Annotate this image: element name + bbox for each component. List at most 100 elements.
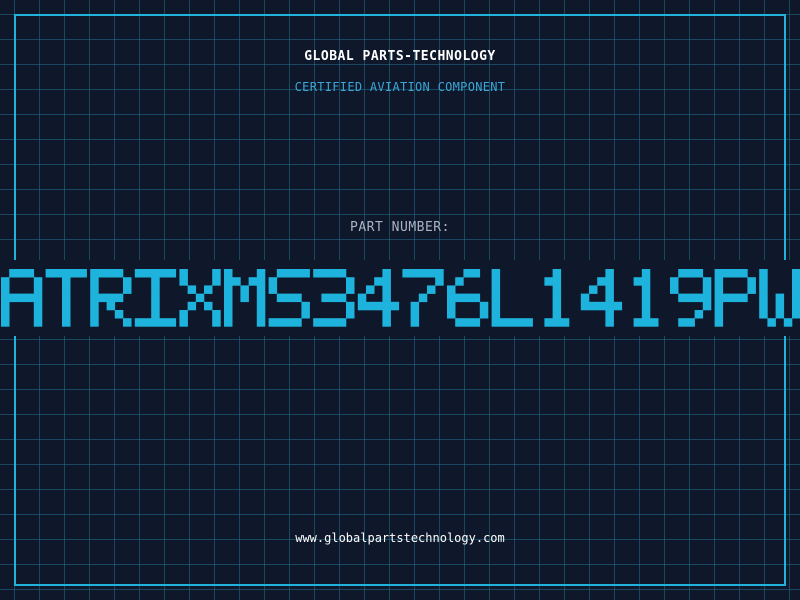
glyph-pixel bbox=[491, 310, 501, 319]
glyph-pixel bbox=[792, 269, 800, 278]
glyph-pixel bbox=[187, 285, 197, 294]
glyph-pixel bbox=[694, 293, 704, 303]
glyph-pixel bbox=[605, 318, 614, 327]
glyph-pixel bbox=[17, 293, 26, 303]
glyph-pixel bbox=[123, 318, 132, 327]
glyph-pixel bbox=[605, 269, 614, 278]
glyph-pixel bbox=[722, 293, 732, 303]
glyph-pixel bbox=[702, 301, 712, 311]
glyph-pixel bbox=[447, 310, 456, 319]
glyph-pixel bbox=[792, 310, 800, 319]
glyph-pixel bbox=[747, 277, 756, 286]
glyph-pixel bbox=[739, 293, 748, 303]
glyph-pixel bbox=[301, 269, 310, 278]
glyph-pixel bbox=[62, 277, 71, 286]
glyph-pixel bbox=[151, 285, 160, 294]
glyph-pixel bbox=[633, 277, 643, 286]
glyph-pixel bbox=[463, 318, 472, 327]
glyph-pixel bbox=[62, 293, 71, 303]
glyph-pixel bbox=[508, 318, 517, 327]
glyph-pixel bbox=[224, 277, 233, 286]
glyph-pixel bbox=[134, 269, 144, 278]
glyph-pixel bbox=[597, 301, 606, 311]
glyph-pixel bbox=[686, 318, 695, 327]
glyph-pixel bbox=[767, 318, 776, 327]
part-number-char bbox=[633, 269, 659, 327]
glyph-pixel bbox=[427, 269, 436, 278]
glyph-pixel bbox=[357, 293, 367, 303]
website-url: www.globalpartstechnology.com bbox=[295, 531, 505, 545]
glyph-pixel bbox=[613, 301, 623, 311]
glyph-pixel bbox=[293, 293, 302, 303]
glyph-pixel bbox=[544, 318, 553, 327]
glyph-pixel bbox=[204, 285, 213, 294]
glyph-pixel bbox=[212, 310, 221, 319]
glyph-pixel bbox=[256, 285, 266, 294]
glyph-pixel bbox=[641, 301, 651, 311]
glyph-pixel bbox=[722, 269, 732, 278]
part-number-char bbox=[670, 269, 712, 327]
glyph-pixel bbox=[410, 269, 420, 278]
company-name: GLOBAL PARTS-TECHNOLOGY bbox=[304, 49, 496, 64]
glyph-pixel bbox=[686, 269, 695, 278]
glyph-pixel bbox=[9, 269, 18, 278]
glyph-pixel bbox=[212, 318, 221, 327]
part-number-char bbox=[45, 269, 87, 327]
glyph-pixel bbox=[70, 269, 79, 278]
glyph-pixel bbox=[390, 301, 400, 311]
glyph-pixel bbox=[410, 310, 420, 319]
glyph-pixel bbox=[792, 301, 800, 311]
glyph-pixel bbox=[33, 318, 43, 327]
glyph-pixel bbox=[447, 301, 456, 311]
glyph-pixel bbox=[455, 277, 464, 286]
glyph-pixel bbox=[792, 277, 800, 286]
glyph-pixel bbox=[552, 277, 562, 286]
part-number-char bbox=[402, 269, 444, 327]
glyph-pixel bbox=[321, 318, 330, 327]
glyph-pixel bbox=[268, 318, 278, 327]
glyph-pixel bbox=[382, 301, 391, 311]
glyph-pixel bbox=[524, 318, 533, 327]
glyph-pixel bbox=[357, 301, 367, 311]
glyph-pixel bbox=[179, 310, 188, 319]
glyph-pixel bbox=[159, 269, 168, 278]
glyph-pixel bbox=[702, 293, 712, 303]
glyph-pixel bbox=[447, 285, 456, 294]
glyph-pixel bbox=[321, 293, 330, 303]
glyph-pixel bbox=[471, 269, 481, 278]
glyph-pixel bbox=[435, 269, 444, 278]
part-number-char bbox=[90, 269, 132, 327]
glyph-pixel bbox=[471, 318, 481, 327]
glyph-pixel bbox=[605, 293, 614, 303]
glyph-pixel bbox=[463, 293, 472, 303]
glyph-pixel bbox=[714, 269, 724, 278]
glyph-pixel bbox=[268, 285, 278, 294]
glyph-pixel bbox=[313, 269, 322, 278]
glyph-pixel bbox=[605, 277, 614, 286]
glyph-pixel bbox=[293, 318, 302, 327]
glyph-pixel bbox=[90, 310, 99, 319]
glyph-pixel bbox=[382, 293, 391, 303]
glyph-pixel bbox=[759, 293, 768, 303]
glyph-pixel bbox=[346, 277, 355, 286]
glyph-pixel bbox=[410, 301, 420, 311]
glyph-pixel bbox=[759, 285, 768, 294]
glyph-pixel bbox=[159, 318, 168, 327]
glyph-pixel bbox=[678, 269, 687, 278]
glyph-pixel bbox=[560, 318, 570, 327]
part-number-char bbox=[1, 269, 43, 327]
glyph-pixel bbox=[382, 277, 391, 286]
glyph-pixel bbox=[731, 293, 740, 303]
glyph-pixel bbox=[491, 269, 501, 278]
part-number-char bbox=[759, 269, 800, 327]
glyph-pixel bbox=[775, 301, 785, 311]
glyph-pixel bbox=[224, 301, 233, 311]
glyph-pixel bbox=[256, 293, 266, 303]
glyph-pixel bbox=[641, 293, 651, 303]
glyph-pixel bbox=[714, 293, 724, 303]
glyph-pixel bbox=[33, 277, 43, 286]
glyph-pixel bbox=[224, 293, 233, 303]
glyph-pixel bbox=[224, 318, 233, 327]
glyph-pixel bbox=[151, 277, 160, 286]
glyph-pixel bbox=[783, 318, 793, 327]
